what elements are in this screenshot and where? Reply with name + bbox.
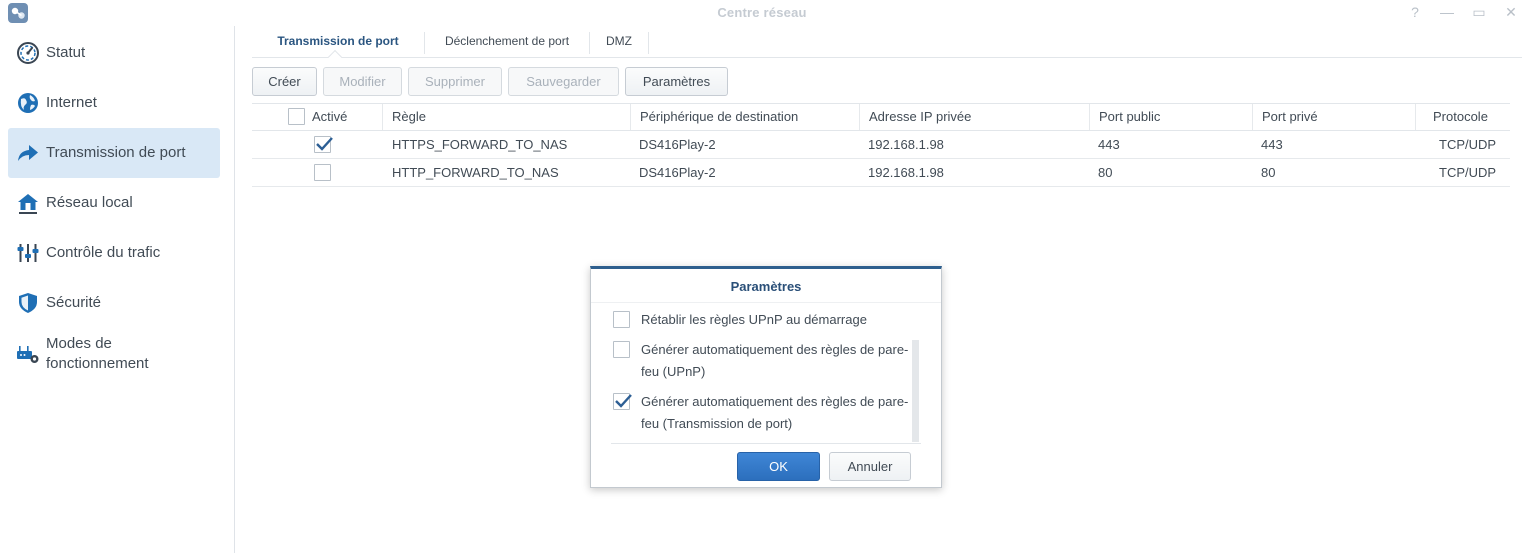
option-checkbox[interactable] <box>613 311 630 328</box>
device-cell: DS416Play-2 <box>639 137 716 152</box>
dialog-header-divider <box>591 302 941 303</box>
option-label: Générer automatiquement des règles de pa… <box>641 342 909 379</box>
sidebar-item-label: Réseau local <box>46 194 133 211</box>
title-bar: Centre réseau ? — ▭ ✕ <box>0 0 1524 26</box>
forward-arrow-icon <box>18 145 38 161</box>
edit-button[interactable]: Modifier <box>323 67 402 96</box>
option-checkbox[interactable] <box>613 393 632 410</box>
cancel-button[interactable]: Annuler <box>829 452 911 481</box>
house-network-icon <box>18 194 38 214</box>
column-header-private-ip[interactable]: Adresse IP privée <box>859 104 1089 130</box>
sidebar-item-security[interactable]: Sécurité <box>8 278 220 328</box>
row-enabled-checkbox[interactable] <box>314 136 333 153</box>
dialog-title: Paramètres <box>730 279 802 294</box>
table-header: Activé Règle Périphérique de destination… <box>252 103 1510 131</box>
sidebar-item-label: Contrôle du trafic <box>46 244 161 261</box>
router-gear-icon <box>17 346 39 363</box>
ok-button[interactable]: OK <box>737 452 820 481</box>
sidebar: Statut Internet Transmission de port Rés… <box>0 26 235 553</box>
tab-divider <box>648 32 649 54</box>
column-header-protocol[interactable]: Protocole <box>1415 104 1510 130</box>
sidebar-item-local-network[interactable]: Réseau local <box>8 178 220 228</box>
table-row[interactable]: HTTPS_FORWARD_TO_NAS DS416Play-2 192.168… <box>252 131 1510 159</box>
checkmark-icon <box>316 137 333 151</box>
sidebar-item-statut[interactable]: Statut <box>8 28 220 78</box>
gauge-icon <box>17 42 39 64</box>
checkmark-icon <box>615 394 632 408</box>
delete-button[interactable]: Supprimer <box>408 67 502 96</box>
protocol-cell: TCP/UDP <box>1439 137 1497 152</box>
table-row[interactable]: HTTP_FORWARD_TO_NAS DS416Play-2 192.168.… <box>252 159 1510 187</box>
tab-port-triggering[interactable]: Déclenchement de port <box>425 28 589 56</box>
private-port-cell: 80 <box>1261 165 1276 180</box>
column-header-device[interactable]: Périphérique de destination <box>630 104 859 130</box>
column-header-public-port[interactable]: Port public <box>1089 104 1252 130</box>
save-button[interactable]: Sauvegarder <box>508 67 619 96</box>
private-ip-cell: 192.168.1.98 <box>868 137 944 152</box>
sidebar-item-label: Modes de fonctionnement <box>46 335 149 372</box>
tab-dmz[interactable]: DMZ <box>590 28 648 56</box>
sidebar-item-operation-modes[interactable]: Modes de fonctionnement <box>8 328 220 378</box>
sidebar-item-label: Statut <box>46 44 86 61</box>
option-label: Générer automatiquement des règles de pa… <box>641 394 909 431</box>
option-label: Rétablir les règles UPnP au démarrage <box>641 312 867 327</box>
settings-button[interactable]: Paramètres <box>625 67 728 96</box>
dialog-scrollbar[interactable] <box>912 340 919 442</box>
protocol-cell: TCP/UDP <box>1439 165 1497 180</box>
help-icon[interactable]: ? <box>1406 3 1424 21</box>
private-port-cell: 443 <box>1261 137 1283 152</box>
public-port-cell: 80 <box>1098 165 1113 180</box>
settings-dialog: Paramètres Rétablir les règles UPnP au d… <box>590 266 942 488</box>
tab-port-forwarding[interactable]: Transmission de port <box>252 28 424 56</box>
dialog-footer-divider <box>611 443 921 444</box>
private-ip-cell: 192.168.1.98 <box>868 165 944 180</box>
create-button[interactable]: Créer <box>252 67 317 96</box>
device-cell: DS416Play-2 <box>639 165 716 180</box>
sliders-icon <box>17 244 39 262</box>
column-header-enabled[interactable]: Activé <box>303 104 383 130</box>
window-title: Centre réseau <box>717 5 807 20</box>
globe-icon <box>18 93 38 113</box>
column-header-rule[interactable]: Règle <box>382 104 630 130</box>
sidebar-item-label: Internet <box>46 94 97 111</box>
minimize-icon[interactable]: — <box>1438 3 1456 21</box>
rule-cell: HTTPS_FORWARD_TO_NAS <box>392 137 568 152</box>
sidebar-item-traffic-control[interactable]: Contrôle du trafic <box>8 228 220 278</box>
sidebar-item-port-forwarding[interactable]: Transmission de port <box>8 128 220 178</box>
sidebar-item-label: Transmission de port <box>46 144 186 161</box>
row-enabled-checkbox[interactable] <box>314 164 331 181</box>
shield-icon <box>19 293 37 313</box>
maximize-icon[interactable]: ▭ <box>1470 3 1488 21</box>
sidebar-item-internet[interactable]: Internet <box>8 78 220 128</box>
tab-underline <box>252 57 1522 58</box>
public-port-cell: 443 <box>1098 137 1120 152</box>
sidebar-item-label: Sécurité <box>46 294 102 311</box>
option-checkbox[interactable] <box>613 341 630 358</box>
rule-cell: HTTP_FORWARD_TO_NAS <box>392 165 559 180</box>
column-header-private-port[interactable]: Port privé <box>1252 104 1415 130</box>
close-icon[interactable]: ✕ <box>1502 3 1520 21</box>
